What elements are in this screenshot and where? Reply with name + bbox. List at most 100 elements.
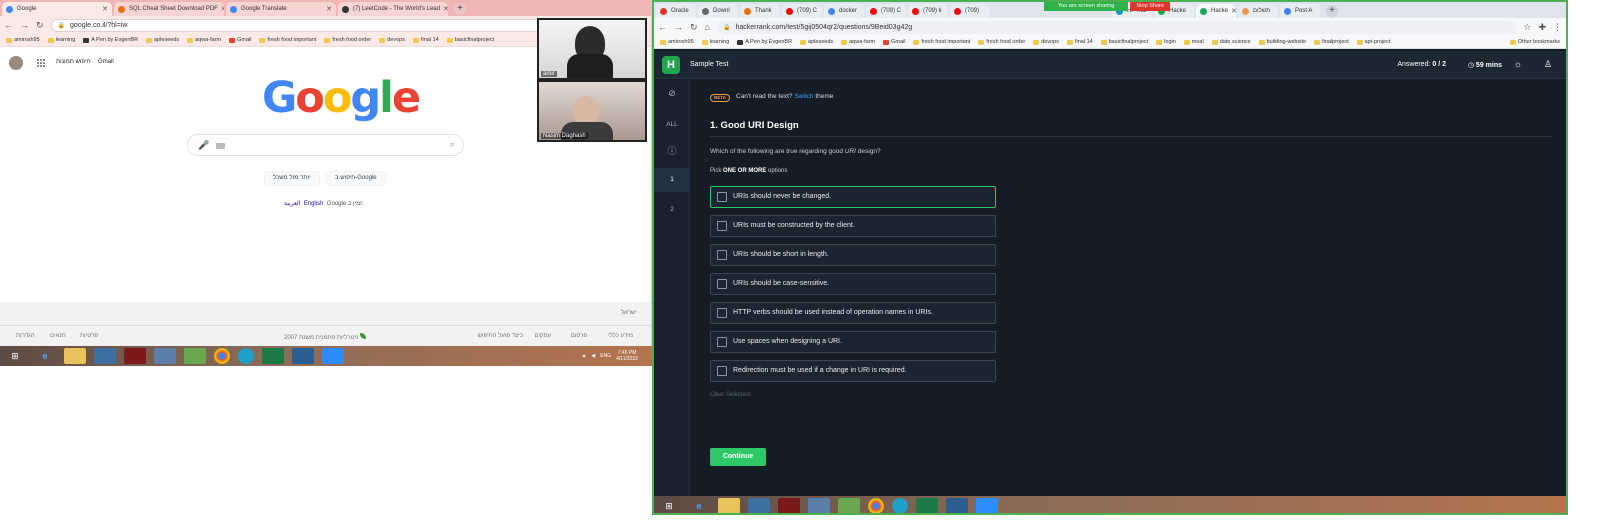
app-icon[interactable] xyxy=(778,498,800,513)
tab[interactable]: Oracle xyxy=(656,4,696,18)
tab[interactable]: Downl xyxy=(698,4,738,18)
bookmark[interactable]: amirosh95 xyxy=(660,39,694,45)
tab-google-translate[interactable]: Google Translate ✕ xyxy=(226,2,336,16)
windows-start-icon[interactable]: ⊞ xyxy=(4,348,26,364)
zoom-icon[interactable] xyxy=(976,498,998,513)
tab[interactable]: (709) C xyxy=(866,4,906,18)
footer-link-how-search-works[interactable]: כיצד פועל החיפוש xyxy=(478,333,523,339)
bookmark[interactable]: date science xyxy=(1211,39,1251,45)
app-icon[interactable] xyxy=(124,348,146,364)
english-link[interactable]: English xyxy=(304,201,324,207)
remote-desktop-icon[interactable] xyxy=(154,348,176,364)
option-1[interactable]: URIs should never be changed. xyxy=(710,186,996,208)
arabic-link[interactable]: العربية xyxy=(284,201,300,207)
compass-icon[interactable]: ⊘ xyxy=(654,88,690,102)
network-icon[interactable] xyxy=(748,498,770,513)
bookmark[interactable]: building-website xyxy=(1258,39,1306,45)
option-6[interactable]: Use spaces when designing a URI. xyxy=(710,331,996,353)
bookmark[interactable]: basicfinalproject xyxy=(1100,39,1148,45)
remote-desktop-icon[interactable] xyxy=(808,498,830,513)
footer-link-business[interactable]: עסקים xyxy=(535,333,551,339)
excel-icon[interactable] xyxy=(916,498,938,513)
checkbox[interactable] xyxy=(717,337,727,347)
bookmark[interactable]: Gmail xyxy=(883,39,905,45)
option-2[interactable]: URIs must be constructed by the client. xyxy=(710,215,996,237)
rail-question-2[interactable]: 2 xyxy=(654,198,690,222)
checkbox[interactable] xyxy=(717,221,727,231)
user-icon[interactable]: ♙ xyxy=(1544,59,1552,70)
tab-leetcode[interactable]: (7) LeetCode - The World's Lead ✕ xyxy=(338,2,448,16)
bookmark[interactable]: devops xyxy=(379,37,405,43)
bookmark[interactable]: Other bookmarks xyxy=(1509,39,1560,45)
bookmark[interactable]: aqwa-farm xyxy=(187,37,221,43)
bookmark[interactable]: fresh food important xyxy=(259,37,316,43)
language-indicator[interactable]: ENG xyxy=(600,353,611,359)
tab-google[interactable]: Google ✕ xyxy=(2,2,112,16)
bookmark[interactable]: basicfinalproject xyxy=(446,37,494,43)
tab-hackerrank-active[interactable]: Hacke✕ xyxy=(1196,4,1236,18)
feeling-lucky-button[interactable]: יותר מזל משכל xyxy=(264,171,320,186)
address-bar[interactable]: 🔒 google.co.il/?hl=iw xyxy=(50,18,618,32)
bookmark[interactable]: login xyxy=(1156,39,1176,45)
new-tab-button[interactable]: + xyxy=(454,3,466,15)
tab[interactable]: תשלום xyxy=(1238,4,1278,18)
home-icon[interactable]: ⌂ xyxy=(705,22,710,32)
excel-icon[interactable] xyxy=(262,348,284,364)
new-tab-button[interactable]: + xyxy=(1326,5,1338,17)
search-icon[interactable]: ⌕ xyxy=(450,139,455,150)
footer-link-advertising[interactable]: פרסום xyxy=(571,333,587,339)
theme-toggle-icon[interactable]: ☼ xyxy=(1514,59,1522,69)
file-explorer-icon[interactable] xyxy=(64,348,86,364)
tab[interactable]: docker xyxy=(824,4,864,18)
extensions-icon[interactable]: ✚ xyxy=(1538,22,1546,33)
close-icon[interactable]: ✕ xyxy=(1228,7,1236,15)
option-4[interactable]: URIs should be case-sensitive. xyxy=(710,273,996,295)
tab[interactable]: Thank xyxy=(740,4,780,18)
file-explorer-icon[interactable] xyxy=(718,498,740,513)
ie-icon[interactable]: e xyxy=(688,498,710,513)
back-icon[interactable]: ← xyxy=(4,20,13,30)
tab[interactable]: (709) k xyxy=(908,4,948,18)
clear-selection-link[interactable]: Clear Selection xyxy=(710,392,751,398)
bookmark[interactable]: devops xyxy=(1033,39,1059,45)
forward-icon[interactable]: → xyxy=(20,20,29,30)
bookmark[interactable]: aqwa-farm xyxy=(841,39,875,45)
keyboard-icon[interactable] xyxy=(216,143,225,149)
menu-icon[interactable]: ⋮ xyxy=(1553,22,1562,33)
edge-icon[interactable] xyxy=(892,498,908,513)
volume-icon[interactable]: ◀ xyxy=(591,353,595,359)
reload-icon[interactable]: ↻ xyxy=(690,22,698,33)
microphone-icon[interactable]: 🎤 xyxy=(198,140,209,151)
rail-question-1[interactable]: 1 xyxy=(654,168,690,192)
network-icon[interactable] xyxy=(94,348,116,364)
star-icon[interactable]: ☆ xyxy=(1523,22,1531,33)
video-tile-amir[interactable]: amir xyxy=(537,18,647,80)
ie-icon[interactable]: e xyxy=(34,348,56,364)
footer-carbon-neutral[interactable]: ניטרליות פחמנית משנת 2007 xyxy=(284,333,367,341)
tab-sql-cheat-sheet[interactable]: SQL Cheat Sheet Download PDF ✕ xyxy=(114,2,224,16)
gmail-link[interactable]: Gmail xyxy=(98,59,114,65)
bookmark[interactable]: final 14 xyxy=(412,37,439,43)
bookmark[interactable]: fresh food order xyxy=(324,37,371,43)
tab[interactable]: (709) xyxy=(950,4,990,18)
virtualbox-icon[interactable] xyxy=(292,348,314,364)
bookmark[interactable]: apleseeds xyxy=(800,39,833,45)
footer-link-settings[interactable]: הגדרות xyxy=(16,333,35,339)
option-3[interactable]: URIs should be short in length. xyxy=(710,244,996,266)
reload-icon[interactable]: ↻ xyxy=(36,20,44,31)
bookmark[interactable]: api-project xyxy=(1356,39,1390,45)
switch-theme-link[interactable]: Switch xyxy=(794,93,813,100)
address-bar[interactable]: 🔒 hackerrank.com/test/5gij0504qr2/questi… xyxy=(716,20,1517,34)
back-icon[interactable]: ← xyxy=(658,22,667,32)
virtualbox-icon[interactable] xyxy=(946,498,968,513)
rail-all[interactable]: ALL xyxy=(654,118,690,132)
continue-button[interactable]: Continue xyxy=(710,448,766,466)
bookmark[interactable]: Gmail xyxy=(229,37,251,43)
bookmark[interactable]: final 14 xyxy=(1066,39,1093,45)
bookmark[interactable]: learning xyxy=(701,39,729,45)
notepad-icon[interactable] xyxy=(838,498,860,513)
avatar[interactable] xyxy=(9,56,23,70)
hackerrank-logo[interactable]: H xyxy=(662,56,680,74)
images-link[interactable]: חיפוש תמונות xyxy=(56,59,91,65)
footer-link-privacy[interactable]: פרטיות xyxy=(80,333,98,339)
